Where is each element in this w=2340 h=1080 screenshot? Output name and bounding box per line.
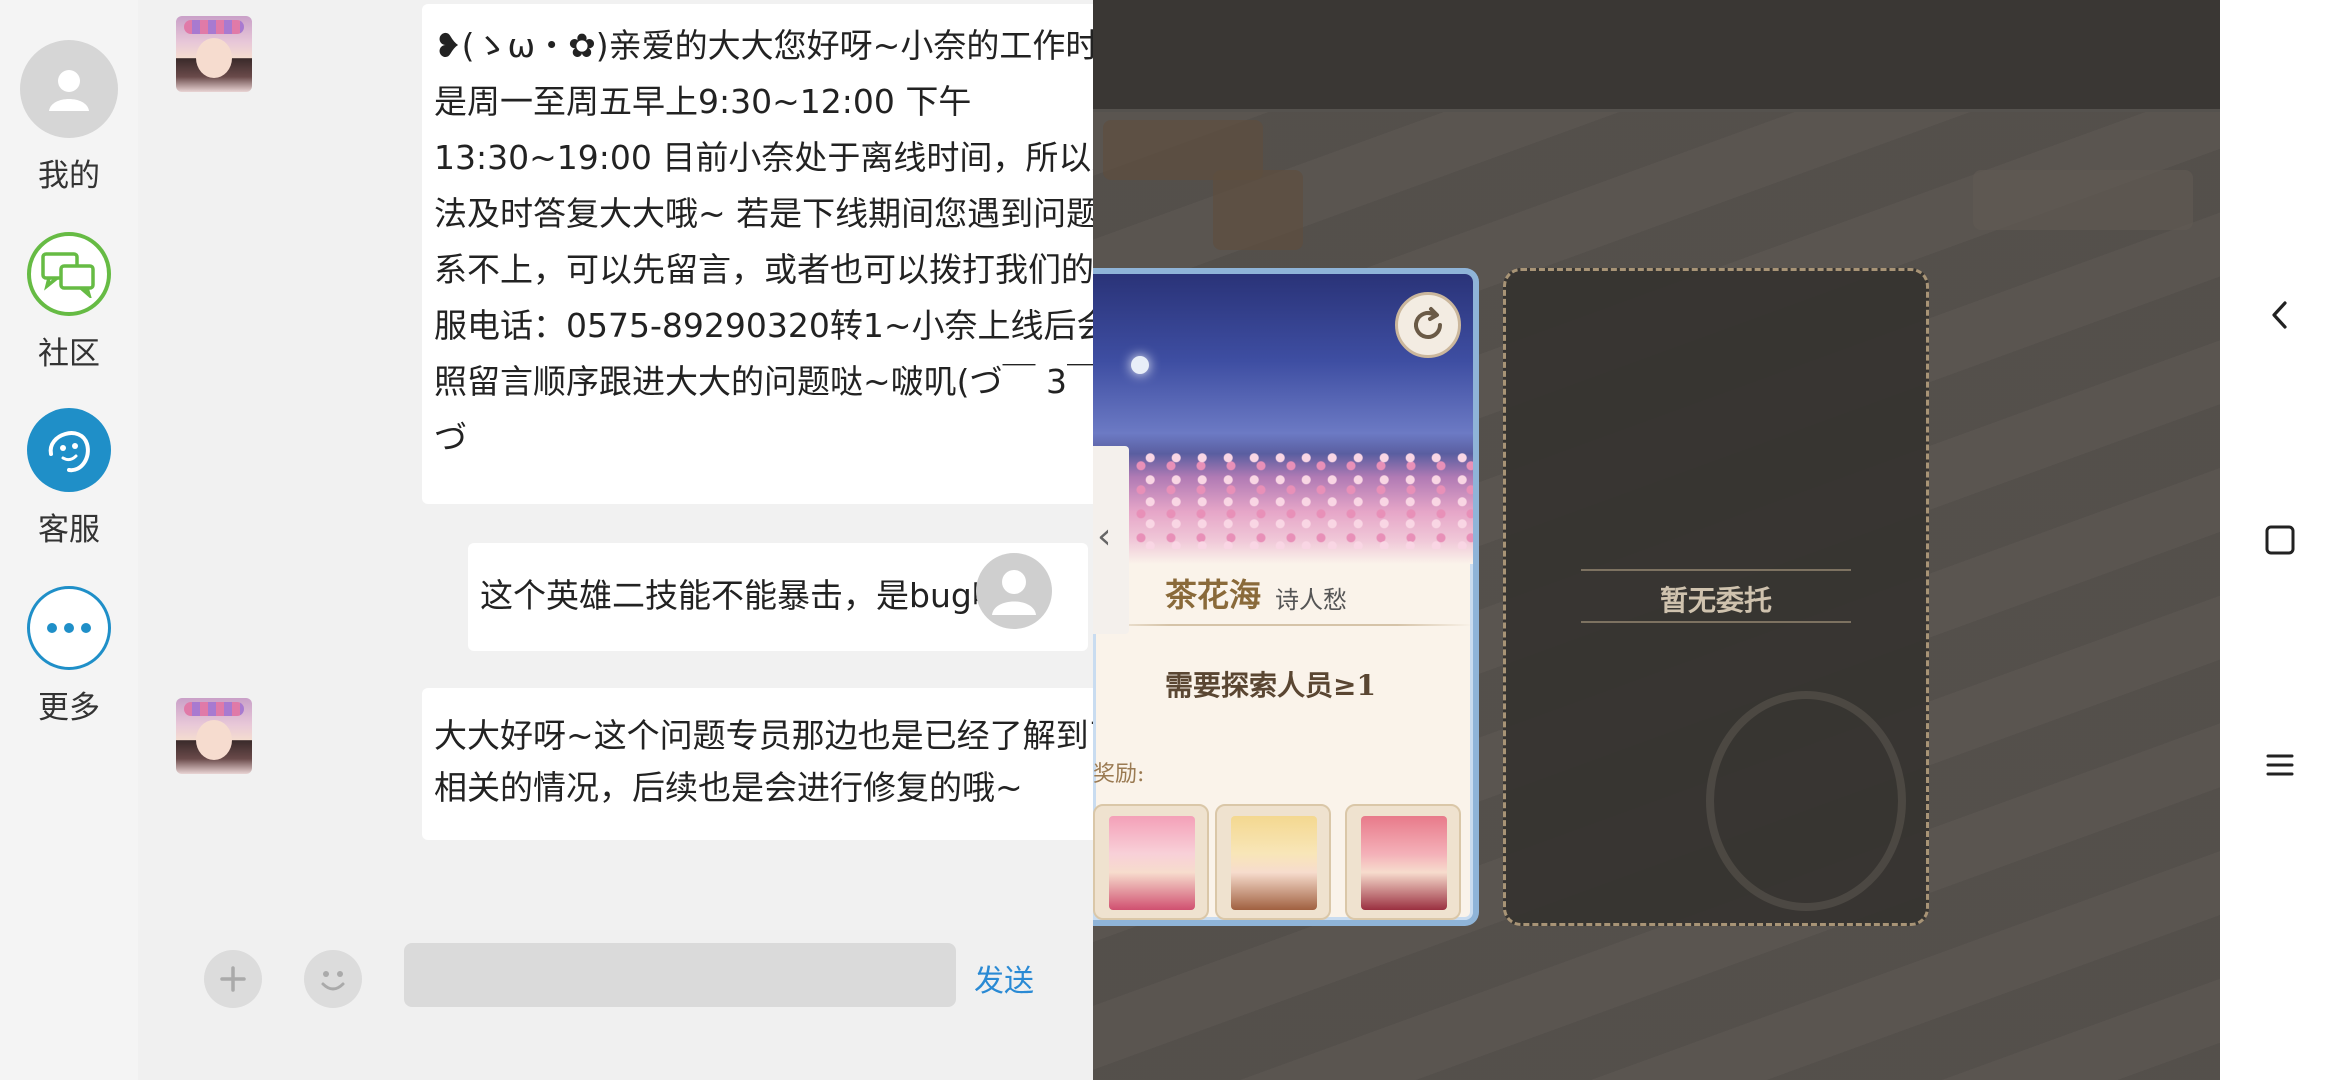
system-home-button[interactable] xyxy=(2250,510,2310,570)
refresh-icon xyxy=(1414,307,1442,339)
reward-item[interactable] xyxy=(1093,804,1209,920)
nav-item-more[interactable]: 更多 xyxy=(0,586,138,727)
emblem-watermark xyxy=(1706,691,1906,911)
furniture-decoration xyxy=(1973,170,2193,230)
back-arrow-icon xyxy=(2272,301,2287,329)
commission-card[interactable]: 茶花海 诗人愁 需要探索人员≥1 奖励: xyxy=(1093,268,1479,926)
empty-commission-slot: 暂无委托 xyxy=(1503,268,1929,926)
user-avatar xyxy=(976,553,1052,629)
reward-portrait xyxy=(1231,816,1317,910)
headset-face-icon xyxy=(27,408,111,492)
reward-label: 奖励: xyxy=(1093,762,1145,787)
nav-label-service: 客服 xyxy=(38,512,100,548)
collapse-panel-tab[interactable]: ‹ xyxy=(1093,446,1129,634)
send-button[interactable]: 发送 xyxy=(974,956,1034,1000)
refresh-button[interactable] xyxy=(1395,292,1461,358)
emoji-button[interactable] xyxy=(304,950,362,1008)
nav-label-mine: 我的 xyxy=(38,158,100,194)
empty-slot-text: 暂无委托 xyxy=(1659,584,1772,617)
menu-lines-icon xyxy=(2266,754,2294,776)
game-top-band xyxy=(1093,0,2220,112)
chat-message-list[interactable]: ❥(ゝω・✿)亲爱的大大您好呀~小奈的工作时间是周一至周五早上9:30~12:0… xyxy=(138,0,1157,930)
reward-item[interactable] xyxy=(1345,804,1461,920)
system-menu-button[interactable] xyxy=(2250,735,2310,795)
nav-item-service[interactable]: 客服 xyxy=(0,408,138,549)
card-subtitle: 诗人愁 xyxy=(1275,586,1347,614)
card-requirement: 需要探索人员≥1 xyxy=(1165,669,1376,702)
user-icon xyxy=(20,40,118,138)
furniture-decoration xyxy=(1213,170,1303,250)
message-input[interactable] xyxy=(404,943,956,1007)
card-title: 茶花海 xyxy=(1165,576,1262,614)
divider-line xyxy=(1581,569,1851,571)
smiley-icon xyxy=(321,971,345,991)
nav-item-community[interactable]: 社区 xyxy=(0,232,138,373)
card-divider xyxy=(1093,624,1473,626)
nav-item-mine[interactable]: 我的 xyxy=(0,40,138,195)
system-navigation-bar xyxy=(2220,0,2340,1080)
reward-item[interactable] xyxy=(1215,804,1331,920)
agent-message-bubble: ❥(ゝω・✿)亲爱的大大您好呀~小奈的工作时间是周一至周五早上9:30~12:0… xyxy=(422,4,1157,504)
divider-line xyxy=(1581,621,1851,623)
nav-label-community: 社区 xyxy=(38,336,100,372)
game-view[interactable]: 茶花海 诗人愁 需要探索人员≥1 奖励: ‹ 暂无委托 xyxy=(1093,0,2220,1080)
reward-portrait xyxy=(1109,816,1195,910)
chat-bubbles-icon xyxy=(27,232,111,316)
nav-label-more: 更多 xyxy=(38,690,100,726)
reward-portrait xyxy=(1361,816,1447,910)
left-navigation: 我的 社区 客服 更多 xyxy=(0,0,138,1080)
home-square-icon xyxy=(2265,525,2295,555)
chat-input-bar: 发送 xyxy=(138,930,1093,1080)
agent-avatar xyxy=(176,698,252,774)
user-icon xyxy=(992,570,1036,615)
system-back-button[interactable] xyxy=(2250,285,2310,345)
plus-icon xyxy=(220,966,246,992)
chevron-left-icon: ‹ xyxy=(1097,516,1112,557)
add-attachment-button[interactable] xyxy=(204,950,262,1008)
more-dots-icon xyxy=(27,586,111,670)
agent-message-bubble: 大大好呀~这个问题专员那边也是已经了解到了相关的情况，后续也是会进行修复的哦~ xyxy=(422,688,1157,840)
agent-avatar xyxy=(176,16,252,92)
